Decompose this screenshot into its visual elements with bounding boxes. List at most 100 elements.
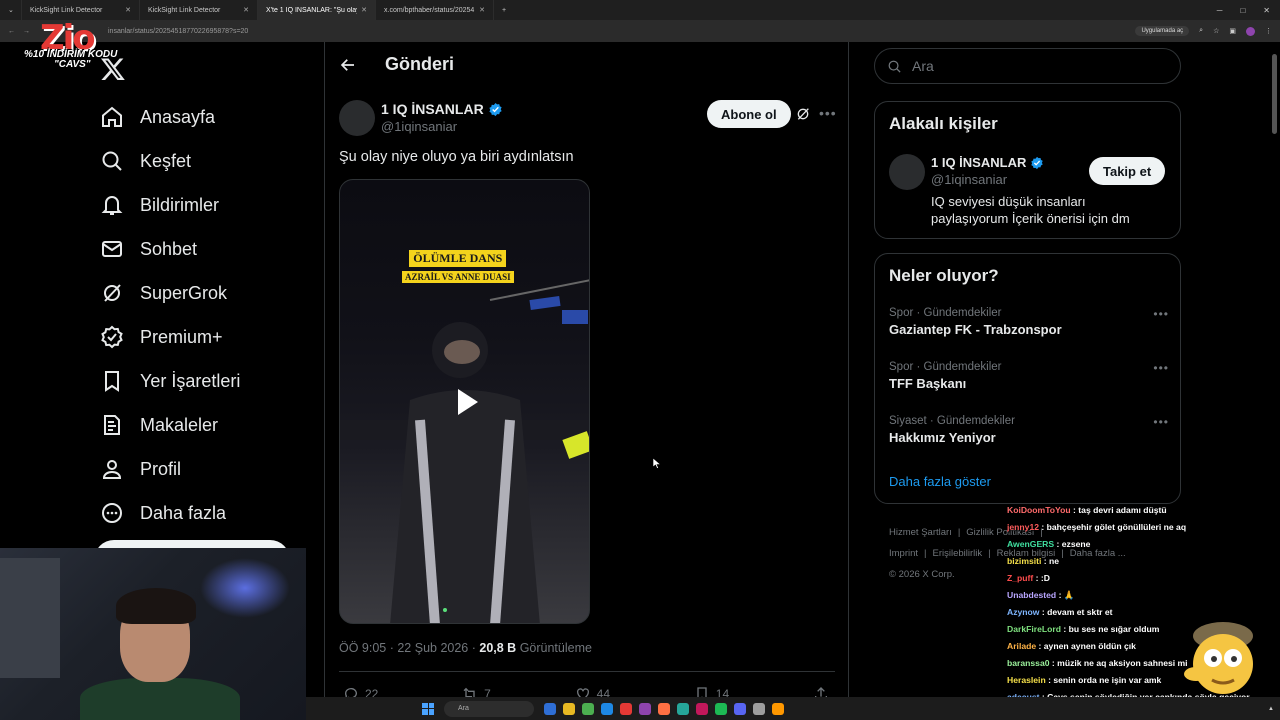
taskbar-app-icon[interactable] (658, 702, 670, 715)
bell-icon (101, 196, 123, 215)
chat-username[interactable]: Azynow (1007, 607, 1039, 617)
chat-text: müzik ne aq aksiyon sahnesi mi (1057, 658, 1188, 668)
taskbar-search[interactable]: Ara (444, 700, 534, 717)
chat-username[interactable]: baranssa0 (1007, 658, 1050, 668)
verified-badge-icon (1031, 156, 1044, 169)
author-avatar[interactable] (339, 100, 375, 136)
nav-item-articles[interactable]: Makaleler (100, 403, 240, 447)
new-tab-button[interactable]: + (494, 0, 514, 20)
nav-item-profile[interactable]: Profil (100, 447, 240, 491)
article-icon (104, 415, 120, 435)
chat-username[interactable]: Heraslein (1007, 675, 1046, 685)
nav-item-supergrok[interactable]: SuperGrok (100, 271, 240, 315)
back-arrow-icon[interactable] (339, 56, 357, 74)
url-text[interactable]: insanlar/status/2025451877022695878?s=20 (108, 28, 248, 35)
nav-item-home[interactable]: Anasayfa (100, 95, 240, 139)
grok-icon[interactable] (795, 106, 811, 122)
taskbar-app-icon[interactable] (639, 702, 651, 715)
trend-item[interactable]: Spor · Gündemdekiler Gaziantep FK - Trab… (889, 307, 1169, 337)
minimize-icon[interactable]: ─ (1217, 6, 1223, 15)
taskbar-app-icon[interactable] (620, 702, 632, 715)
author-name[interactable]: 1 IQ İNSANLAR (381, 101, 484, 117)
footer-link-imprint[interactable]: Imprint (889, 548, 918, 559)
bookmark-icon (105, 371, 119, 392)
maximize-icon[interactable]: □ (1240, 6, 1245, 15)
profile-icon[interactable] (1246, 26, 1255, 36)
video-caption: ÖLÜMLE DANS AZRAİL VS ANNE DUASI (402, 250, 514, 283)
chat-username[interactable]: jenny12 (1007, 522, 1039, 532)
author-handle[interactable]: @1iqinsaniar (381, 119, 503, 134)
zoom-icon[interactable]: ⌕ (1199, 27, 1203, 35)
trend-item[interactable]: Spor · Gündemdekiler TFF Başkanı ••• (889, 361, 1169, 391)
scrollbar-thumb[interactable] (1272, 54, 1277, 134)
more-options-icon[interactable]: ••• (1153, 415, 1169, 429)
close-icon[interactable]: ✕ (361, 6, 367, 14)
footer-link-terms[interactable]: Hizmet Şartları (889, 527, 952, 538)
tab-label: X'te 1 IQ İNSANLAR: "Şu olay n (266, 6, 358, 14)
system-tray[interactable]: ▲ (1268, 705, 1280, 713)
nav-item-more[interactable]: Daha fazla (100, 491, 240, 535)
search-input[interactable]: Ara (874, 48, 1181, 84)
taskbar-app-icon[interactable] (696, 702, 708, 715)
close-icon[interactable]: ✕ (479, 6, 485, 14)
show-more-link[interactable]: Daha fazla göster (889, 474, 991, 489)
trend-category: Spor · Gündemdekiler (889, 361, 1002, 373)
chat-message: Z_puff : :D (1007, 570, 1277, 587)
taskbar-app-icon[interactable] (677, 702, 689, 715)
browser-tab[interactable]: x.com/bpthaber/status/20254 ✕ (376, 0, 494, 20)
chat-separator: : (1060, 624, 1069, 634)
footer-separator: | (924, 548, 927, 559)
nav-label: Bildirimler (140, 194, 220, 215)
play-icon[interactable] (448, 384, 484, 420)
nav-item-explore[interactable]: Keşfet (100, 139, 240, 183)
footer-link-accessibility[interactable]: Erişilebilirlik (933, 548, 983, 559)
chat-text: bahçeşehir gölet gönüllüleri ne aq (1046, 522, 1187, 532)
back-nav-icon[interactable]: ← (8, 28, 15, 35)
close-icon[interactable]: ✕ (125, 6, 131, 14)
chat-username[interactable]: Z_puff (1007, 573, 1033, 583)
close-window-icon[interactable]: ✕ (1263, 6, 1270, 15)
nav-item-messages[interactable]: Sohbet (100, 227, 240, 271)
more-options-icon[interactable]: ••• (819, 105, 837, 121)
tab-menu-button[interactable]: ⌄ (0, 0, 22, 20)
more-options-icon[interactable]: ••• (1153, 361, 1169, 375)
chat-username[interactable]: Arilade (1007, 641, 1036, 651)
post-timestamp[interactable]: ÖÖ 9:05 · 22 Şub 2026 · (339, 641, 479, 655)
taskbar-app-icon[interactable] (544, 702, 556, 715)
taskbar-app-icon[interactable] (753, 702, 765, 715)
windows-start-icon[interactable] (422, 702, 434, 715)
extensions-icon[interactable]: ▣ (1229, 27, 1236, 35)
video-player[interactable]: ÖLÜMLE DANS AZRAİL VS ANNE DUASI (339, 179, 590, 624)
chat-username[interactable]: KoiDoomToYou (1007, 505, 1071, 515)
browser-tab-active[interactable]: X'te 1 IQ İNSANLAR: "Şu olay n ✕ (258, 0, 376, 20)
taskbar-app-icon[interactable] (715, 702, 727, 715)
subscribe-button[interactable]: Abone ol (707, 100, 791, 128)
nav-item-premium[interactable]: Premium+ (100, 315, 240, 359)
nav-item-bookmarks[interactable]: Yer İşaretleri (100, 359, 240, 403)
browser-menu-icon[interactable]: ⋮ (1265, 27, 1272, 35)
taskbar-app-icon[interactable] (563, 702, 575, 715)
taskbar-app-icon[interactable] (582, 702, 594, 715)
streamer-hair (116, 588, 196, 624)
more-options-icon[interactable]: ••• (1153, 307, 1169, 321)
nav-item-notifications[interactable]: Bildirimler (100, 183, 240, 227)
author-info: 1 IQ İNSANLAR @1iqinsaniar (381, 101, 503, 134)
chat-username[interactable]: bizimsiti (1007, 556, 1041, 566)
chat-username[interactable]: AwenGERS (1007, 539, 1054, 549)
browser-tab[interactable]: KickSight Link Detector ✕ (22, 0, 140, 20)
follow-button[interactable]: Takip et (1089, 157, 1166, 185)
taskbar-app-icon[interactable] (772, 702, 784, 715)
star-icon[interactable]: ☆ (1213, 27, 1219, 35)
chat-username[interactable]: Unabdested (1007, 590, 1056, 600)
related-avatar[interactable] (889, 154, 925, 190)
chat-username[interactable]: DarkFireLord (1007, 624, 1061, 634)
trend-item[interactable]: Siyaset · Gündemdekiler Hakkımız Yeniyor… (889, 415, 1169, 445)
browser-tab[interactable]: KickSight Link Detector ✕ (140, 0, 258, 20)
taskbar-app-icon[interactable] (734, 702, 746, 715)
open-in-app-button[interactable]: Uygulamada aç (1135, 26, 1190, 36)
page-scrollbar[interactable] (1271, 44, 1278, 694)
nav-label: Profil (140, 458, 182, 479)
taskbar-app-icon[interactable] (601, 702, 613, 715)
related-name[interactable]: 1 IQ İNSANLAR (931, 155, 1026, 170)
close-icon[interactable]: ✕ (243, 6, 249, 14)
